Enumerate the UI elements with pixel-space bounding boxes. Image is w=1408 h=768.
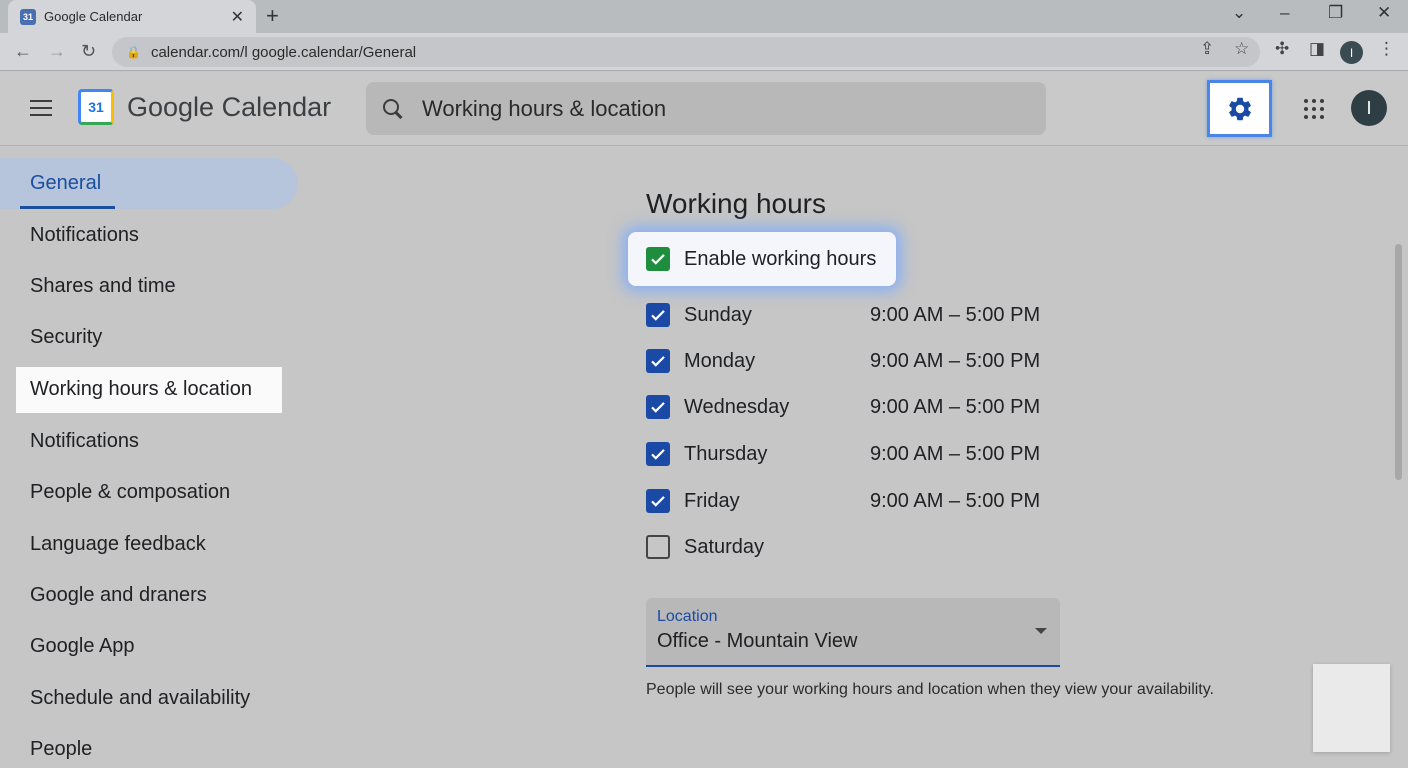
check-icon bbox=[651, 449, 665, 460]
app-title: Google Calendar bbox=[127, 92, 332, 122]
day-label: Wednesday bbox=[684, 395, 790, 418]
sidebar-item-notifications[interactable]: Notifications bbox=[0, 209, 300, 260]
sidebar-item-shares-and-time[interactable]: Shares and time bbox=[0, 261, 300, 312]
day-row-monday: Monday 9:00 AM – 5:00 PM bbox=[646, 346, 1040, 376]
new-tab-icon[interactable]: + bbox=[266, 3, 279, 29]
day-row-sunday: Sunday 9:00 AM – 5:00 PM bbox=[646, 300, 1040, 330]
sidebar-item-label: Google App bbox=[30, 635, 135, 658]
back-icon[interactable]: ← bbox=[14, 41, 32, 62]
day-label: Monday bbox=[684, 349, 756, 372]
sidebar-item-label: Schedule and availability bbox=[30, 686, 251, 709]
sidebar-item-label: Security bbox=[30, 326, 103, 349]
day-hours[interactable]: 9:00 AM – 5:00 PM bbox=[870, 396, 1040, 419]
day-hours[interactable]: 9:00 AM – 5:00 PM bbox=[870, 490, 1040, 513]
forward-icon[interactable]: → bbox=[48, 41, 66, 62]
thursday-checkbox[interactable] bbox=[646, 442, 670, 466]
day-label: Sunday bbox=[684, 303, 752, 326]
saturday-checkbox[interactable] bbox=[646, 535, 670, 559]
tab-title: Google Calendar bbox=[44, 9, 143, 24]
side-panel-icon[interactable]: ◨ bbox=[1309, 39, 1325, 59]
sidebar-item-label: Notifications bbox=[30, 223, 139, 246]
day-row-thursday: Thursday 9:00 AM – 5:00 PM bbox=[646, 439, 1040, 469]
sidebar-item-language-feedback[interactable]: Language feedback bbox=[0, 518, 300, 569]
browser-tabbar: 31 Google Calendar ✕ + ⌄ – ❐ ✕ bbox=[0, 0, 1408, 33]
lock-icon: 🔒 bbox=[126, 45, 141, 59]
sidebar-item-general[interactable]: General bbox=[0, 158, 298, 210]
search-icon bbox=[382, 98, 404, 120]
day-row-friday: Friday 9:00 AM – 5:00 PM bbox=[646, 486, 1040, 516]
calendar-logo-icon: 31 bbox=[78, 89, 114, 125]
settings-sidebar: General Notifications Shares and time Se… bbox=[0, 158, 300, 768]
enable-working-hours-checkbox[interactable] bbox=[646, 247, 670, 271]
day-hours[interactable]: 9:00 AM – 5:00 PM bbox=[870, 443, 1040, 466]
bookmark-star-icon[interactable]: ☆ bbox=[1234, 39, 1249, 59]
dropdown-arrow-icon bbox=[1035, 628, 1047, 634]
sidebar-item-security[interactable]: Security bbox=[0, 312, 300, 363]
floating-thumbnail bbox=[1313, 664, 1390, 752]
minimize-icon[interactable]: – bbox=[1280, 3, 1289, 23]
check-icon bbox=[651, 254, 665, 265]
day-label: Friday bbox=[684, 489, 740, 512]
browser-profile-avatar[interactable]: I bbox=[1340, 41, 1363, 64]
monday-checkbox[interactable] bbox=[646, 349, 670, 373]
settings-button[interactable] bbox=[1207, 80, 1272, 137]
friday-checkbox[interactable] bbox=[646, 489, 670, 513]
page-scrollbar[interactable] bbox=[1395, 244, 1402, 480]
section-title: Working hours bbox=[646, 188, 827, 219]
extensions-icon[interactable]: ✣ bbox=[1275, 39, 1289, 59]
sidebar-item-notifications-2[interactable]: Notifications bbox=[0, 416, 300, 467]
location-value: Office - Mountain View bbox=[657, 630, 858, 652]
location-select[interactable]: Location Office - Mountain View bbox=[646, 598, 1060, 667]
sidebar-item-label: People & composation bbox=[30, 481, 231, 504]
sidebar-item-label: Google and draners bbox=[30, 583, 207, 606]
enable-working-hours-label: Enable working hours bbox=[684, 247, 877, 270]
close-tab-icon[interactable]: ✕ bbox=[231, 7, 244, 27]
main-menu-icon[interactable] bbox=[30, 100, 52, 121]
sidebar-item-label: Notifications bbox=[30, 429, 139, 452]
search-bar[interactable] bbox=[366, 82, 1046, 135]
calendar-favicon-icon: 31 bbox=[20, 8, 36, 25]
search-input[interactable] bbox=[422, 95, 1022, 122]
browser-menu-icon[interactable]: ⋮ bbox=[1378, 39, 1395, 59]
check-icon bbox=[651, 310, 665, 321]
location-helper-text: People will see your working hours and l… bbox=[646, 681, 1214, 698]
location-label: Location bbox=[657, 608, 718, 625]
check-icon bbox=[651, 356, 665, 367]
sidebar-item-label: Language feedback bbox=[30, 532, 206, 555]
sidebar-item-label: Working hours & location bbox=[30, 378, 252, 401]
sidebar-item-people-composation[interactable]: People & composation bbox=[0, 467, 300, 518]
tab-search-chevron-icon[interactable]: ⌄ bbox=[1232, 3, 1246, 23]
sidebar-item-label: General bbox=[30, 172, 102, 195]
check-icon bbox=[651, 402, 665, 413]
day-label: Thursday bbox=[684, 442, 768, 465]
gear-icon bbox=[1228, 97, 1251, 120]
restore-icon[interactable]: ❐ bbox=[1328, 3, 1343, 23]
day-row-wednesday: Wednesday 9:00 AM – 5:00 PM bbox=[646, 392, 1040, 422]
sidebar-item-label: People bbox=[30, 738, 93, 761]
day-label: Saturday bbox=[684, 535, 765, 558]
account-avatar[interactable]: I bbox=[1351, 90, 1387, 126]
reload-icon[interactable]: ↻ bbox=[81, 41, 96, 62]
sunday-checkbox[interactable] bbox=[646, 303, 670, 327]
address-bar[interactable]: 🔒 calendar.com/l google.calendar/General bbox=[112, 37, 1260, 67]
day-hours[interactable]: 9:00 AM – 5:00 PM bbox=[870, 350, 1040, 373]
sidebar-item-google-and-draners[interactable]: Google and draners bbox=[0, 570, 300, 621]
google-apps-icon[interactable] bbox=[1304, 99, 1324, 119]
sidebar-item-label: Shares and time bbox=[30, 274, 176, 297]
window-close-icon[interactable]: ✕ bbox=[1377, 3, 1391, 23]
check-icon bbox=[651, 496, 665, 507]
share-icon[interactable]: ⇪ bbox=[1200, 39, 1214, 59]
sidebar-item-people[interactable]: People bbox=[0, 724, 300, 768]
sidebar-item-schedule-availability[interactable]: Schedule and availability bbox=[0, 673, 300, 724]
browser-tab[interactable]: 31 Google Calendar ✕ bbox=[8, 0, 256, 33]
day-row-saturday: Saturday bbox=[646, 532, 870, 562]
wednesday-checkbox[interactable] bbox=[646, 395, 670, 419]
enable-working-hours-row[interactable]: Enable working hours bbox=[628, 232, 896, 286]
app-header: 31 Google Calendar I bbox=[0, 72, 1408, 146]
browser-toolbar: ← → ↻ 🔒 calendar.com/l google.calendar/G… bbox=[0, 33, 1408, 71]
url-text: calendar.com/l google.calendar/General bbox=[150, 43, 417, 61]
sidebar-item-working-hours[interactable]: Working hours & location bbox=[16, 366, 282, 413]
day-hours[interactable]: 9:00 AM – 5:00 PM bbox=[870, 304, 1040, 327]
sidebar-item-google-app[interactable]: Google App bbox=[0, 621, 300, 672]
